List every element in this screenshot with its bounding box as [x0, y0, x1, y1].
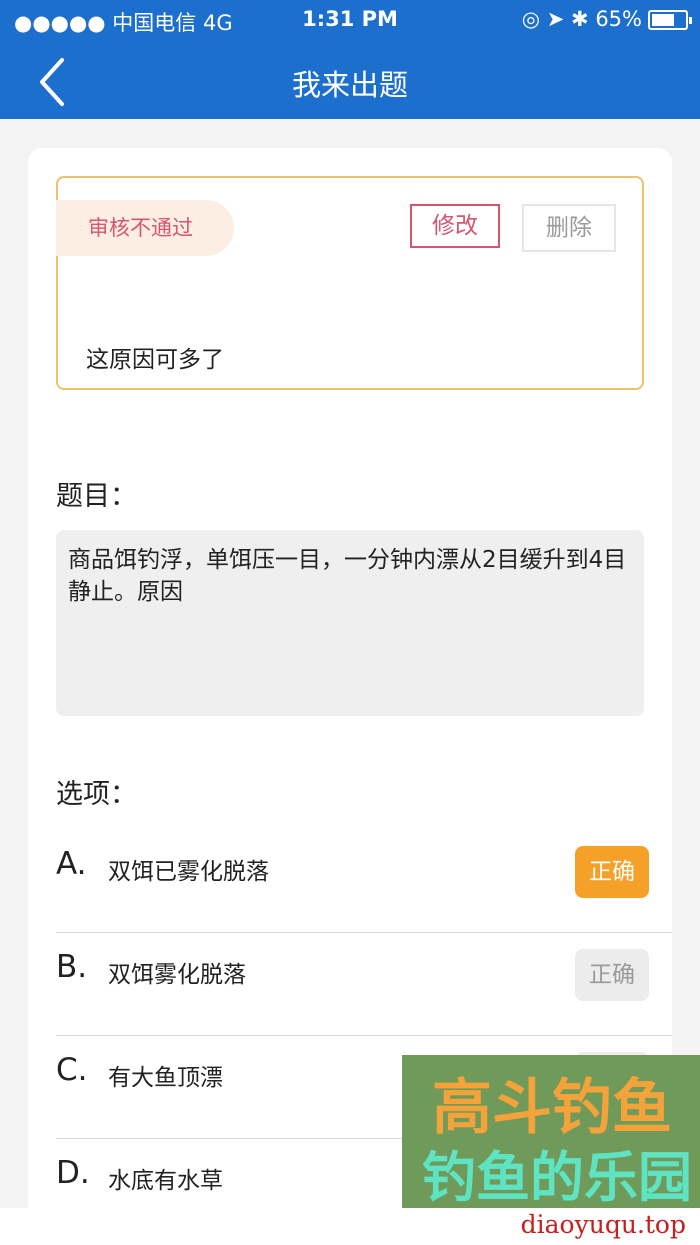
option-letter: B.	[56, 949, 88, 985]
review-status-badge: 审核不通过	[56, 200, 234, 256]
app-header: ●●●●● 中国电信 4G 1:31 PM ◎ ➤ ✱ 65% 我来出题	[0, 0, 700, 119]
option-text: 双饵雾化脱落	[108, 962, 246, 988]
option-text: 有大鱼顶漂	[108, 1065, 223, 1091]
option-row-a: A. 双饵已雾化脱落 正确	[56, 830, 672, 933]
correct-toggle-b[interactable]: 正确	[575, 949, 649, 1001]
option-letter: D.	[56, 1155, 90, 1191]
status-indicators: ◎ ➤ ✱ 65%	[521, 7, 642, 31]
option-letter: C.	[56, 1052, 88, 1088]
watermark-url: diaoyuqu.top	[520, 1210, 686, 1239]
option-text: 双饵已雾化脱落	[108, 859, 269, 885]
option-text: 水底有水草	[108, 1168, 223, 1194]
edit-button[interactable]: 修改	[410, 204, 500, 248]
battery-icon	[648, 10, 692, 30]
review-reason: 这原因可多了	[86, 347, 224, 373]
watermark-url-bar: diaoyuqu.top	[0, 1208, 700, 1245]
delete-button[interactable]: 删除	[522, 204, 616, 252]
question-label: 题目：	[56, 481, 137, 512]
option-letter: A.	[56, 846, 87, 882]
correct-toggle-a[interactable]: 正确	[575, 846, 649, 898]
status-bar: ●●●●● 中国电信 4G 1:31 PM ◎ ➤ ✱ 65%	[0, 0, 700, 38]
option-row-b: B. 双饵雾化脱落 正确	[56, 933, 672, 1036]
watermark-line-2: 钓鱼的乐园	[422, 1146, 692, 1208]
question-text: 商品饵钓浮，单饵压一目，一分钟内漂从2目缓升到4目静止。原因	[56, 530, 644, 716]
page-title: 我来出题	[291, 68, 408, 102]
watermark-logo: 高斗钓鱼 钓鱼的乐园	[402, 1055, 700, 1208]
options-label: 选项：	[56, 779, 137, 810]
